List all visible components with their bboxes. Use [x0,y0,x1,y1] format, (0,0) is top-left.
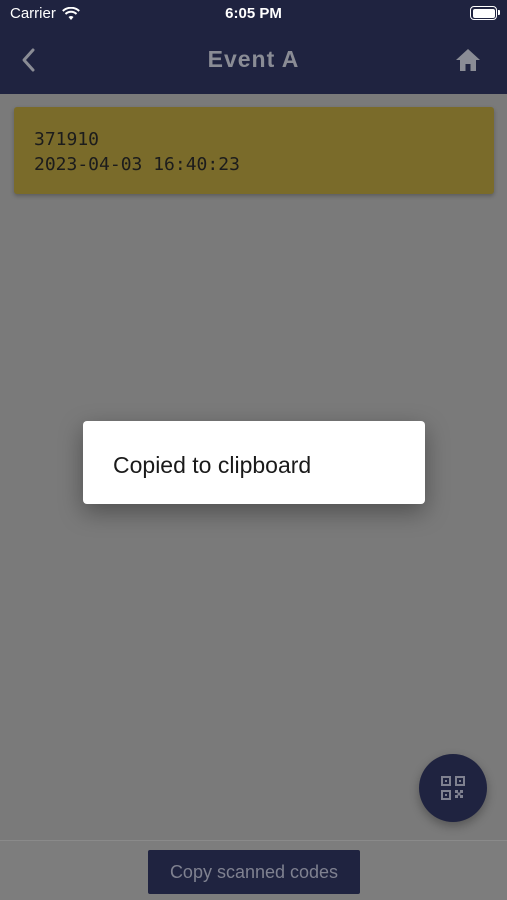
qr-code-icon [441,776,465,800]
navigation-bar: Event A [0,28,507,94]
copy-scanned-codes-button[interactable]: Copy scanned codes [148,850,360,894]
toast-message: Copied to clipboard [113,452,312,478]
bottom-bar: Copy scanned codes [0,840,507,900]
clipboard-toast: Copied to clipboard [83,421,425,504]
battery-icon [470,6,500,20]
scan-timestamp: 2023-04-03 16:40:23 [34,154,240,175]
page-title: Event A [207,46,300,72]
scan-fab-button[interactable] [419,754,487,822]
status-time: 6:05 PM [225,5,282,22]
home-icon[interactable] [455,48,481,72]
scan-card[interactable]: 371910 2023-04-03 16:40:23 [14,107,494,194]
scan-code: 371910 [34,129,100,150]
status-bar: Carrier 6:05 PM [0,0,507,28]
